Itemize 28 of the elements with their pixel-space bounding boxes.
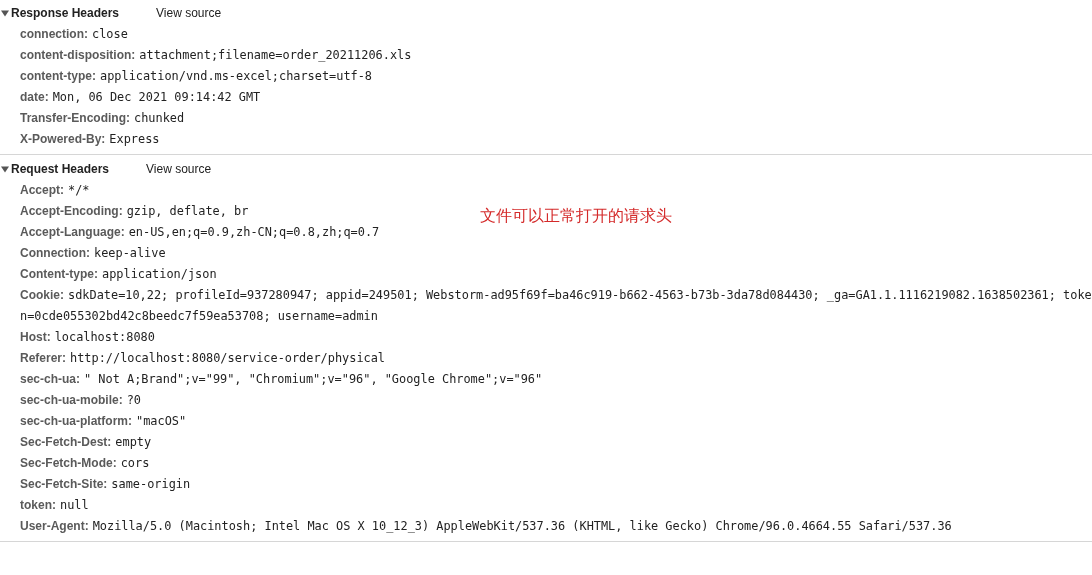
- disclosure-triangle-icon[interactable]: [1, 165, 9, 173]
- header-line: Connection: keep-alive: [20, 245, 166, 262]
- header-line: Sec-Fetch-Mode: cors: [20, 455, 150, 472]
- disclosure-triangle-icon[interactable]: [1, 9, 9, 17]
- view-source-link[interactable]: View source: [156, 6, 222, 20]
- header-line: Content-type: application/json: [20, 266, 217, 283]
- header-line: X-Powered-By: Express: [20, 131, 160, 148]
- section-title: Request Headers: [11, 162, 110, 176]
- header-line: sec-ch-ua-platform: "macOS": [20, 413, 187, 430]
- annotation-text: 文件可以正常打开的请求头: [480, 206, 672, 226]
- header-line: Referer: http://localhost:8080/service-order/physical: [20, 350, 386, 367]
- header-line: token: null: [20, 497, 89, 514]
- header-line: Sec-Fetch-Dest: empty: [20, 434, 152, 451]
- header-line: content-disposition: attachment;filename=order_20211206.xls: [20, 47, 412, 64]
- header-line: date: Mon, 06 Dec 2021 09:14:42 GMT: [20, 89, 261, 106]
- header-line: Sec-Fetch-Site: same-origin: [20, 476, 191, 493]
- header-line: sec-ch-ua-mobile: ?0: [20, 392, 141, 409]
- section-title: Response Headers: [11, 6, 120, 20]
- header-line: Accept-Encoding: gzip, deflate, br: [20, 203, 249, 220]
- header-line: sec-ch-ua: " Not A;Brand";v="99", "Chromium";v="96", "Google Chrome";v="96": [20, 371, 543, 388]
- header-line: Accept-Language: en-US,en;q=0.9,zh-CN;q=0.8,zh;q=0.7: [20, 224, 380, 241]
- header-line: Host: localhost:8080: [20, 329, 155, 346]
- header-line: User-Agent: Mozilla/5.0 (Macintosh; Intel Mac OS X 10_12_3) AppleWebKit/537.36 (KHTML, like Gecko) Chrome/96.0.4664.55 Safari/537.36: [20, 518, 952, 535]
- header-line: Accept: */*: [20, 182, 90, 199]
- header-line: content-type: application/vnd.ms-excel;charset=utf-8: [20, 68, 373, 85]
- view-source-link[interactable]: View source: [146, 162, 212, 176]
- header-line: connection: close: [20, 26, 128, 43]
- header-line: Transfer-Encoding: chunked: [20, 110, 185, 127]
